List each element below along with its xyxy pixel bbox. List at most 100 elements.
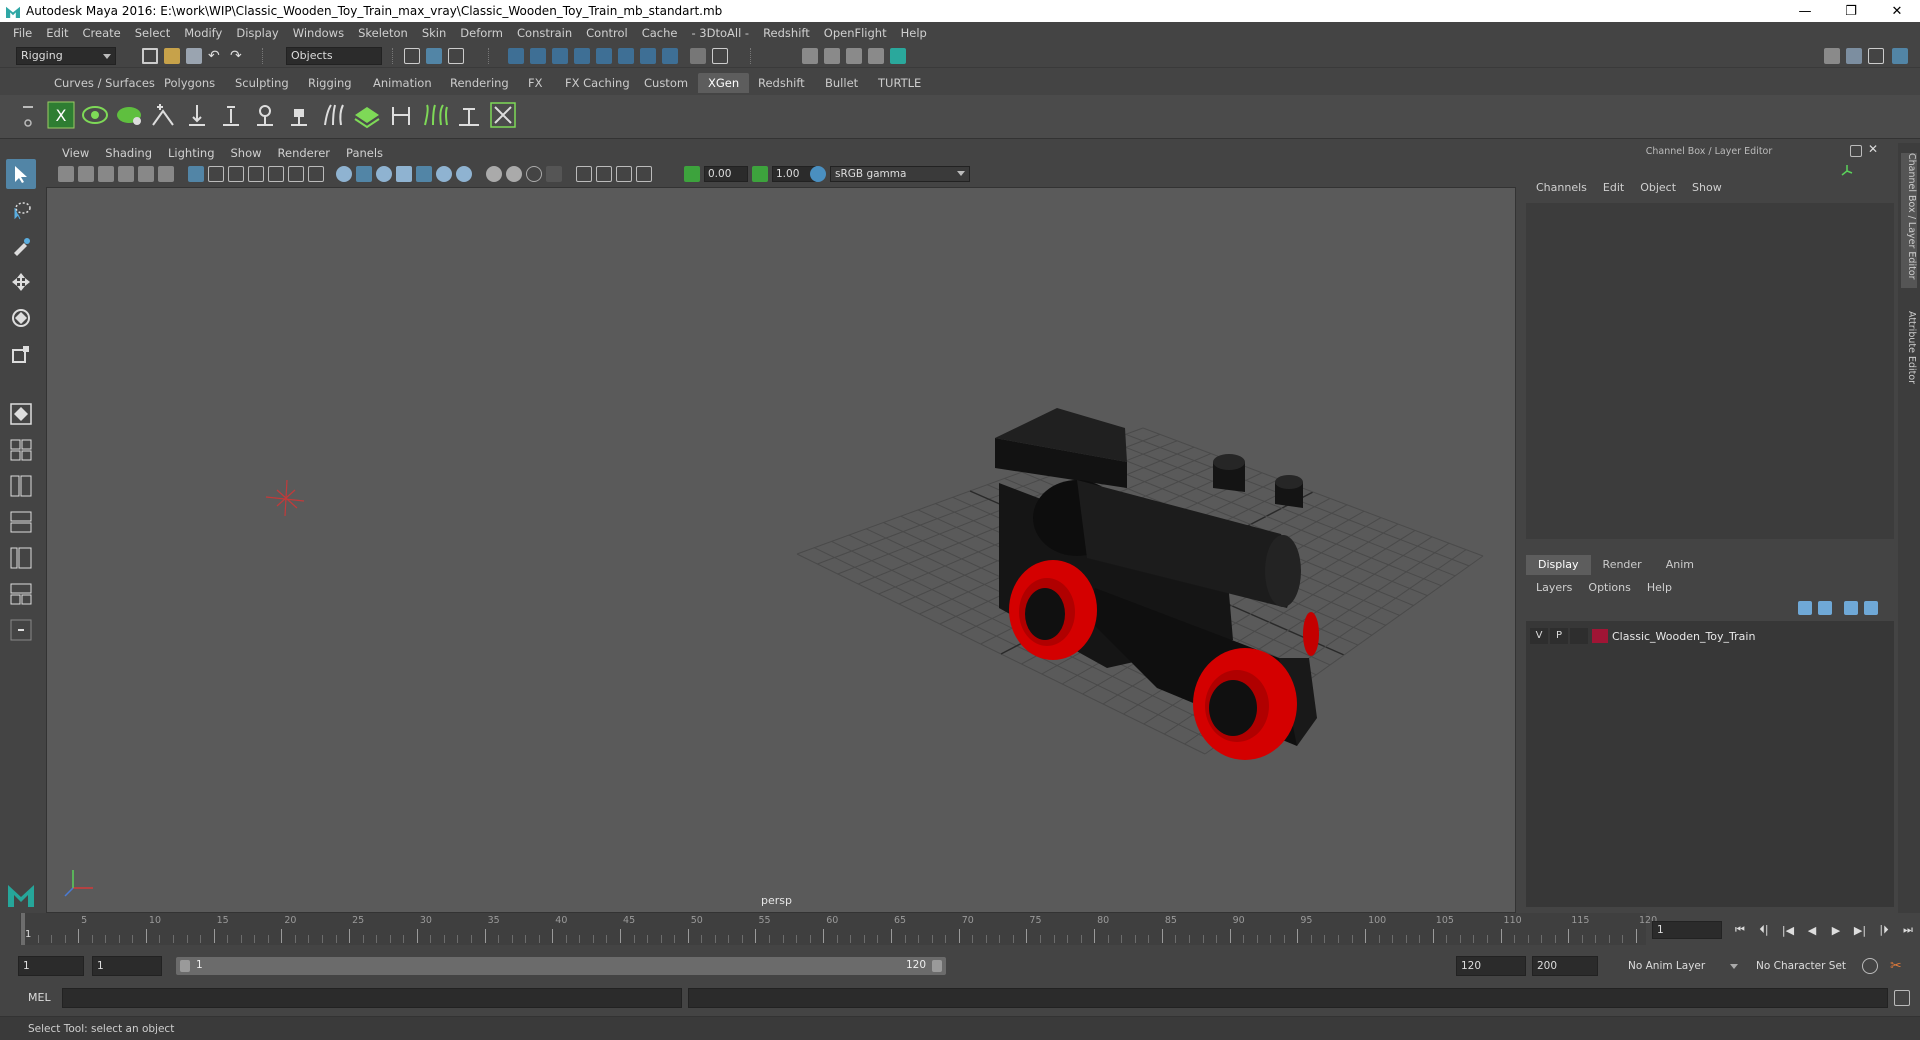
xgen-guide-normalize-icon[interactable] xyxy=(386,100,416,130)
menu-openflight[interactable]: OpenFlight xyxy=(817,26,894,40)
anim-layer-select[interactable]: No Anim Layer xyxy=(1624,956,1738,976)
close-button[interactable]: ✕ xyxy=(1874,0,1920,22)
channel-menu-channels[interactable]: Channels xyxy=(1528,181,1595,199)
range-end-handle[interactable] xyxy=(932,960,942,972)
play-forwards-button[interactable]: ▶ xyxy=(1826,921,1846,939)
snap-live-icon[interactable] xyxy=(596,48,612,64)
menu-create[interactable]: Create xyxy=(76,26,128,40)
film-gate-icon[interactable] xyxy=(208,166,224,182)
image-plane-icon[interactable] xyxy=(118,166,134,182)
more-layouts-icon[interactable] xyxy=(6,615,36,645)
hypershade-icon[interactable] xyxy=(890,48,906,64)
step-back-key-button[interactable]: ⏴| xyxy=(1754,921,1774,939)
paint-select-tool-icon[interactable] xyxy=(6,231,36,261)
layer-tab-display[interactable]: Display xyxy=(1526,555,1591,575)
menu-skin[interactable]: Skin xyxy=(415,26,453,40)
snap-curve-icon[interactable] xyxy=(530,48,546,64)
modeling-toolkit-icon[interactable] xyxy=(1824,48,1840,64)
xgen-select-guide-icon[interactable] xyxy=(216,100,246,130)
channel-menu-edit[interactable]: Edit xyxy=(1595,181,1632,199)
scale-tool-icon[interactable] xyxy=(6,339,36,369)
menu-modify[interactable]: Modify xyxy=(177,26,229,40)
select-camera-icon[interactable] xyxy=(58,166,74,182)
xray-active-icon[interactable] xyxy=(596,166,612,182)
playback-end-field[interactable]: 120 xyxy=(1456,956,1526,976)
shelf-tab-custom[interactable]: Custom xyxy=(634,73,698,93)
shelf-tab-fx[interactable]: FX xyxy=(518,73,553,93)
attribute-editor-toggle-icon[interactable] xyxy=(1846,48,1862,64)
gate-mask-icon[interactable] xyxy=(248,166,264,182)
shadows-icon[interactable] xyxy=(436,166,452,182)
layer-color-swatch[interactable] xyxy=(1592,629,1608,643)
create-empty-layer-icon[interactable] xyxy=(1844,601,1858,615)
float-panel-icon[interactable] xyxy=(1850,145,1862,157)
character-set-select[interactable]: No Character Set xyxy=(1752,956,1862,976)
select-tool-icon[interactable] xyxy=(6,159,36,189)
rotate-tool-icon[interactable] xyxy=(6,303,36,333)
bookmark-icon[interactable] xyxy=(98,166,114,182)
xgen-comb-icon[interactable] xyxy=(420,100,450,130)
viewport-menu-renderer[interactable]: Renderer xyxy=(270,146,339,160)
go-to-end-button[interactable]: ⏭ xyxy=(1898,921,1918,939)
script-editor-icon[interactable] xyxy=(1894,990,1910,1006)
layer-display-type-toggle[interactable] xyxy=(1570,628,1588,644)
animation-start-field[interactable]: 1 xyxy=(18,956,84,976)
menu-cache[interactable]: Cache xyxy=(635,26,685,40)
menu-select[interactable]: Select xyxy=(128,26,177,40)
layer-tab-anim[interactable]: Anim xyxy=(1654,555,1706,575)
menu-display[interactable]: Display xyxy=(229,26,285,40)
layer-visibility-toggle[interactable]: V xyxy=(1530,628,1548,644)
menu-skeleton[interactable]: Skeleton xyxy=(351,26,415,40)
animation-end-field[interactable]: 200 xyxy=(1532,956,1598,976)
viewport-menu-show[interactable]: Show xyxy=(223,146,270,160)
outliner-layout-icon[interactable] xyxy=(6,543,36,573)
go-to-start-button[interactable]: ⏮ xyxy=(1730,921,1750,939)
create-layer-from-selected-icon[interactable] xyxy=(1864,601,1878,615)
ipr-render-icon[interactable] xyxy=(846,48,862,64)
layer-playback-toggle[interactable]: P xyxy=(1550,628,1568,644)
textured-icon[interactable] xyxy=(396,166,412,182)
color-management-icon[interactable] xyxy=(810,166,826,182)
tool-settings-toggle-icon[interactable] xyxy=(1868,48,1884,64)
shelf-tab-animation[interactable]: Animation xyxy=(363,73,442,93)
shelf-tab-redshift[interactable]: Redshift xyxy=(748,73,815,93)
camera-attributes-icon[interactable] xyxy=(78,166,94,182)
snap-face-icon[interactable] xyxy=(640,48,656,64)
layer-name[interactable]: Classic_Wooden_Toy_Train xyxy=(1612,630,1755,643)
snap-grid-icon[interactable] xyxy=(508,48,524,64)
menu-deform[interactable]: Deform xyxy=(453,26,510,40)
lock-icon[interactable] xyxy=(690,48,706,64)
safe-title-icon[interactable] xyxy=(308,166,324,182)
open-scene-icon[interactable] xyxy=(164,48,180,64)
wireframe-icon[interactable] xyxy=(336,166,352,182)
xgen-add-guide-icon[interactable] xyxy=(148,100,178,130)
xgen-lock-guide-icon[interactable] xyxy=(284,100,314,130)
xgen-clear-preview-icon[interactable] xyxy=(114,100,144,130)
channel-box-toggle-icon[interactable] xyxy=(1892,48,1908,64)
lasso-tool-icon[interactable] xyxy=(6,195,36,225)
ambient-occlusion-icon[interactable] xyxy=(456,166,472,182)
viewport-menu-shading[interactable]: Shading xyxy=(97,146,160,160)
hypershade-layout-icon[interactable] xyxy=(6,579,36,609)
xray-icon[interactable] xyxy=(576,166,592,182)
manipulator-icon[interactable] xyxy=(1840,163,1854,177)
new-scene-icon[interactable] xyxy=(142,48,158,64)
viewport-menu-panels[interactable]: Panels xyxy=(338,146,391,160)
undo-icon[interactable]: ↶ xyxy=(208,48,224,64)
side-tab-attribute-editor[interactable]: Attribute Editor xyxy=(1901,311,1917,401)
channel-menu-object[interactable]: Object xyxy=(1632,181,1684,199)
menu-help[interactable]: Help xyxy=(894,26,934,40)
persp-outliner-layout-icon[interactable] xyxy=(6,471,36,501)
shelf-tab-sculpting[interactable]: Sculpting xyxy=(225,73,299,93)
viewport-menu-view[interactable]: View xyxy=(54,146,97,160)
select-component-icon[interactable] xyxy=(448,48,464,64)
time-ruler[interactable]: 1 5 10 15 20 25 30 35 40 45 50 55 60 65 70 75 80 85 90 95 1… xyxy=(20,913,1657,945)
xgen-select-icon[interactable] xyxy=(488,100,518,130)
shelf-tab-bullet[interactable]: Bullet xyxy=(815,73,868,93)
layer-tab-render[interactable]: Render xyxy=(1591,555,1654,575)
playback-range-bar[interactable]: 1 120 xyxy=(176,957,946,975)
save-scene-icon[interactable] xyxy=(186,48,202,64)
step-forward-frame-button[interactable]: ▶| xyxy=(1850,921,1870,939)
step-forward-key-button[interactable]: |⏵ xyxy=(1874,921,1894,939)
channel-list[interactable] xyxy=(1526,203,1894,539)
